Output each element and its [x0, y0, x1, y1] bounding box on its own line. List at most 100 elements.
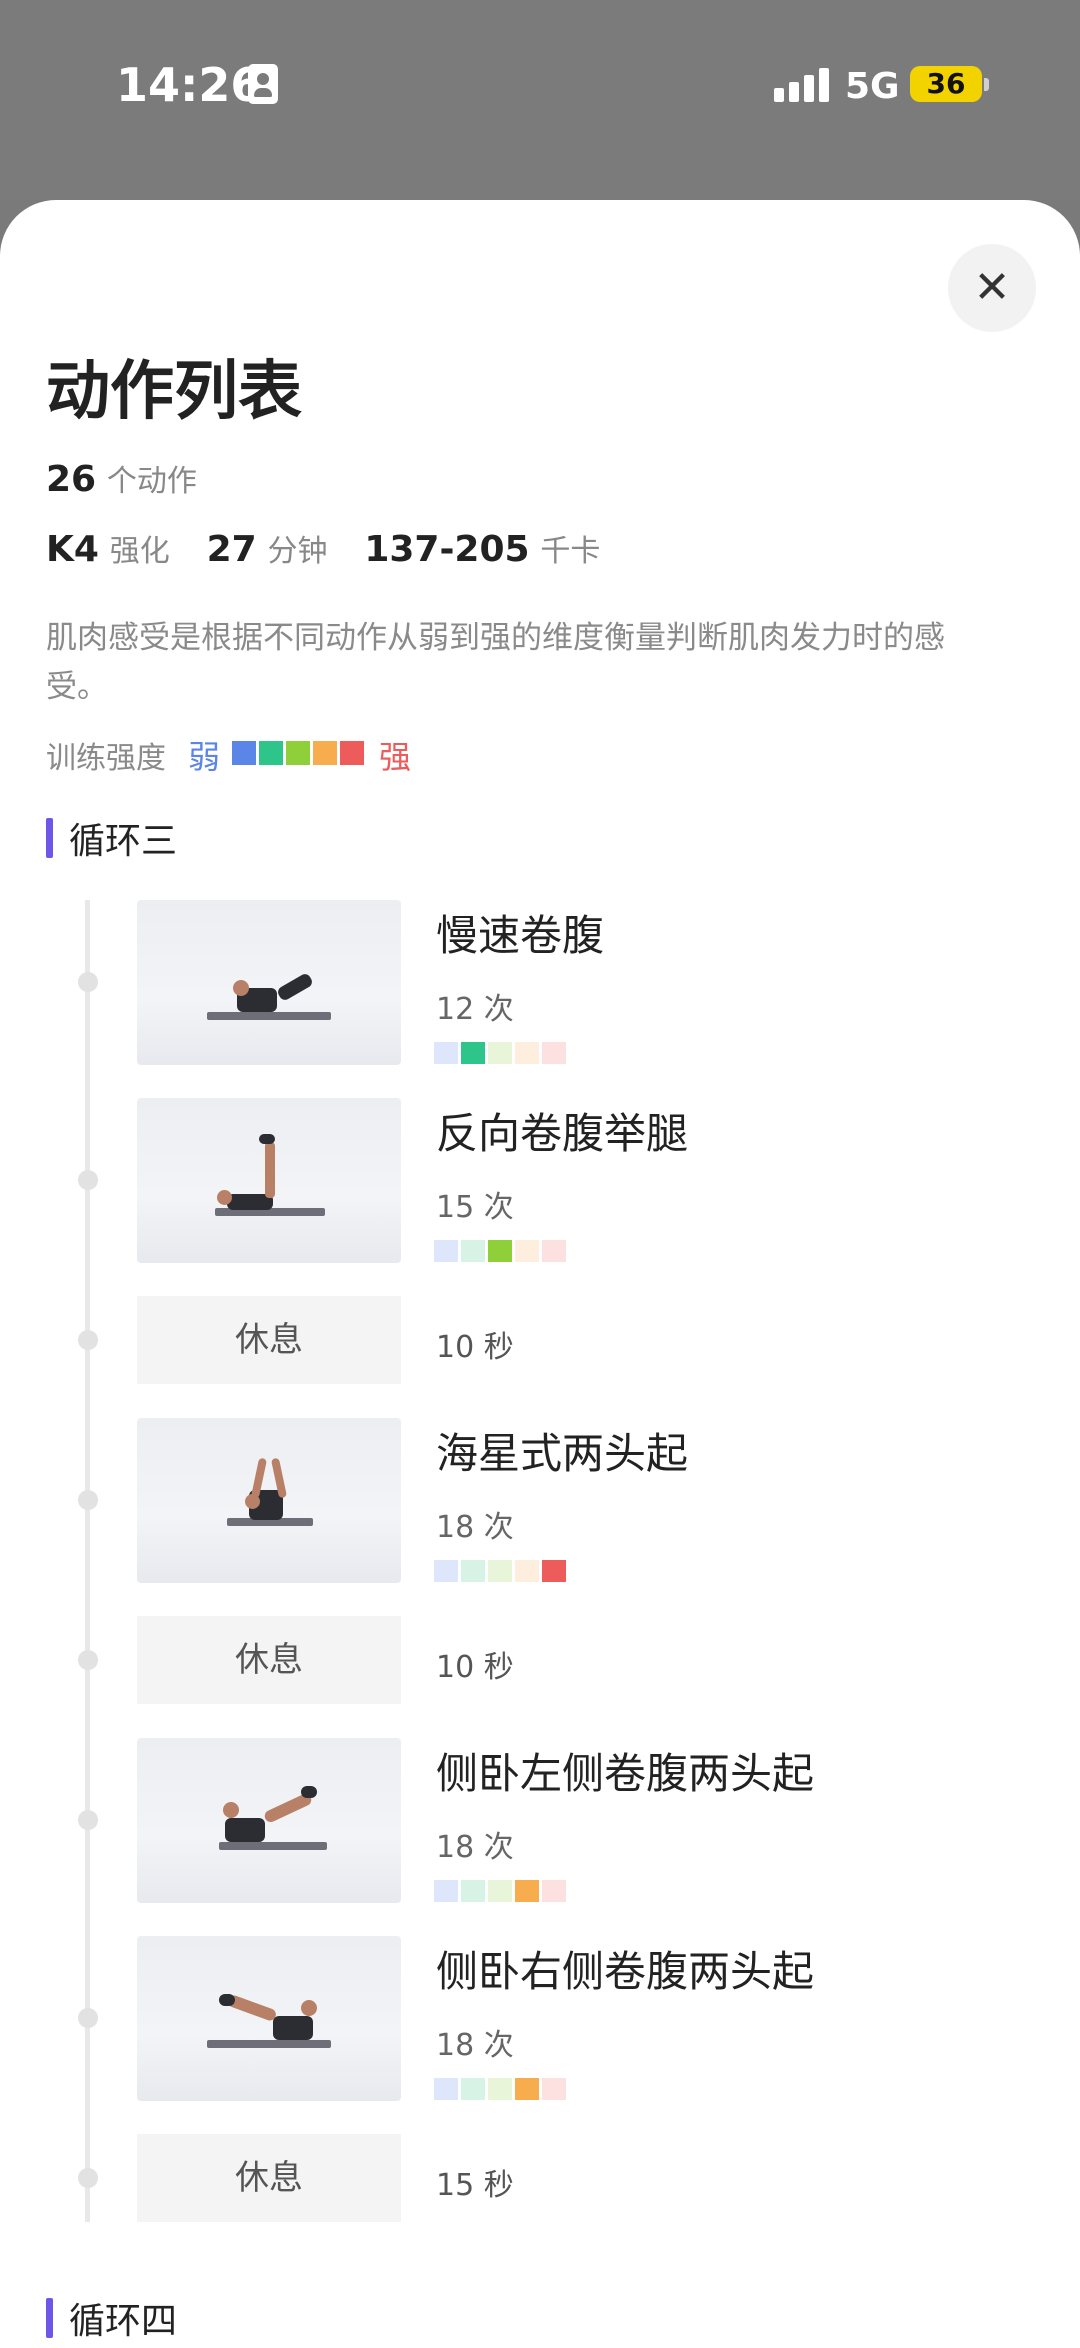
exercise-mat: [207, 2040, 331, 2048]
section-title: 循环三: [69, 821, 178, 862]
rest-duration: 15 秒: [436, 2168, 514, 2203]
intensity-bar-2: [461, 2078, 485, 2100]
exercise-item[interactable]: 慢速卷腹 12 次: [0, 900, 1080, 1065]
level-value: K4: [46, 529, 99, 570]
athlete-head: [223, 1802, 239, 1818]
timeline-dot: [78, 1170, 98, 1190]
athlete-head: [301, 2000, 317, 2016]
intensity-bar-2: [461, 1240, 485, 1262]
exercise-list-sheet: ✕ 动作列表 26 个动作 K4 强化 27 分钟 137-205 千卡 肌肉感…: [0, 200, 1080, 2348]
intensity-bar-5: [542, 1042, 566, 1064]
exercise-reps: 18 次: [436, 1830, 514, 1865]
intensity-square-2: [259, 740, 284, 765]
section-accent-bar: [46, 818, 53, 858]
exercise-thumbnail[interactable]: [137, 1418, 401, 1583]
intensity-label: 训练强度: [46, 741, 166, 776]
duration-value: 27: [206, 529, 257, 570]
intensity-bar-3: [488, 1042, 512, 1064]
intensity-bar-4: [515, 1042, 539, 1064]
intensity-bar-1: [434, 1880, 458, 1902]
section-header: 循环四: [46, 2292, 177, 2344]
intensity-bar-1: [434, 1240, 458, 1262]
rest-item[interactable]: 休息 10 秒: [0, 1296, 1080, 1384]
rest-item[interactable]: 休息 15 秒: [0, 2134, 1080, 2222]
contact-card-icon: [248, 64, 278, 104]
exercise-reps: 18 次: [436, 1510, 514, 1545]
rest-duration: 10 秒: [436, 1650, 514, 1685]
intensity-bar-4: [515, 1240, 539, 1262]
athlete-legs: [265, 1142, 275, 1198]
athlete-head: [245, 1494, 260, 1509]
intensity-bar-2: [461, 1880, 485, 1902]
rest-label: 休息: [137, 1616, 401, 1704]
exercise-thumbnail[interactable]: [137, 1098, 401, 1263]
exercise-thumbnail[interactable]: [137, 1936, 401, 2101]
status-bar: 14:26 5G 36: [0, 0, 1080, 200]
athlete-shoes: [259, 1134, 275, 1144]
exercise-name: 反向卷腹举腿: [436, 1109, 689, 1158]
section-title: 循环四: [69, 2301, 178, 2342]
intensity-strong-label: 强: [379, 738, 412, 776]
intensity-bar-3: [488, 1880, 512, 1902]
intensity-scale: [232, 738, 367, 773]
intensity-bar-1: [434, 1042, 458, 1064]
intensity-bar-3: [488, 2078, 512, 2100]
intensity-bars: [434, 1560, 569, 1582]
exercise-name: 侧卧左侧卷腹两头起: [436, 1749, 815, 1798]
intensity-bar-4: [515, 2078, 539, 2100]
duration-unit: 分钟: [267, 534, 328, 569]
battery-icon: 36: [910, 66, 982, 102]
intensity-bar-2: [461, 1042, 485, 1064]
exercise-item[interactable]: 侧卧左侧卷腹两头起 18 次: [0, 1738, 1080, 1903]
count-unit: 个动作: [106, 464, 197, 499]
athlete-legs: [275, 971, 315, 1003]
timeline-dot: [78, 1330, 98, 1350]
intensity-bars: [434, 1880, 569, 1902]
count-value: 26: [46, 459, 97, 500]
rest-item[interactable]: 休息 10 秒: [0, 1616, 1080, 1704]
timeline-dot: [78, 1490, 98, 1510]
exercise-name: 侧卧右侧卷腹两头起: [436, 1947, 815, 1996]
exercise-reps: 12 次: [436, 992, 514, 1027]
intensity-bars: [434, 1240, 569, 1262]
calories-value: 137-205: [364, 529, 530, 570]
description: 肌肉感受是根据不同动作从弱到强的维度衡量判断肌肉发力时的感受。: [46, 620, 945, 705]
exercise-item[interactable]: 海星式两头起 18 次: [0, 1418, 1080, 1583]
intensity-bar-5: [542, 1240, 566, 1262]
intensity-square-1: [232, 740, 257, 765]
battery-tip: [984, 78, 989, 91]
intensity-bar-5: [542, 1560, 566, 1582]
intensity-bar-5: [542, 2078, 566, 2100]
intensity-bar-3: [488, 1560, 512, 1582]
timeline-dot: [78, 2168, 98, 2188]
exercise-reps: 18 次: [436, 2028, 514, 2063]
athlete-head: [233, 980, 249, 996]
exercise-mat: [207, 1012, 331, 1020]
athlete-torso: [273, 2016, 313, 2040]
calories-unit: 千卡: [540, 534, 601, 569]
close-button[interactable]: ✕: [948, 244, 1036, 332]
rest-label: 休息: [137, 1296, 401, 1384]
timeline-dot: [78, 972, 98, 992]
intensity-square-4: [313, 740, 338, 765]
athlete-shoes: [219, 1994, 235, 2006]
exercise-item[interactable]: 侧卧右侧卷腹两头起 18 次: [0, 1936, 1080, 2101]
intensity-bars: [434, 1042, 569, 1064]
intensity-bar-1: [434, 2078, 458, 2100]
athlete-head: [217, 1190, 232, 1205]
rest-label: 休息: [137, 2134, 401, 2222]
intensity-bar-4: [515, 1880, 539, 1902]
exercise-thumbnail[interactable]: [137, 900, 401, 1065]
network-type: 5G: [845, 66, 900, 107]
athlete-torso: [225, 1818, 265, 1842]
status-time: 14:26: [116, 58, 263, 112]
intensity-bar-3: [488, 1240, 512, 1262]
exercise-count: 26 个动作: [46, 456, 223, 500]
exercise-name: 慢速卷腹: [436, 911, 605, 960]
workout-meta: K4 强化 27 分钟 137-205 千卡: [46, 526, 626, 570]
exercise-thumbnail[interactable]: [137, 1738, 401, 1903]
athlete-shoes: [301, 1786, 317, 1798]
rest-duration: 10 秒: [436, 1330, 514, 1365]
exercise-item[interactable]: 反向卷腹举腿 15 次: [0, 1098, 1080, 1263]
timeline-dot: [78, 1650, 98, 1670]
